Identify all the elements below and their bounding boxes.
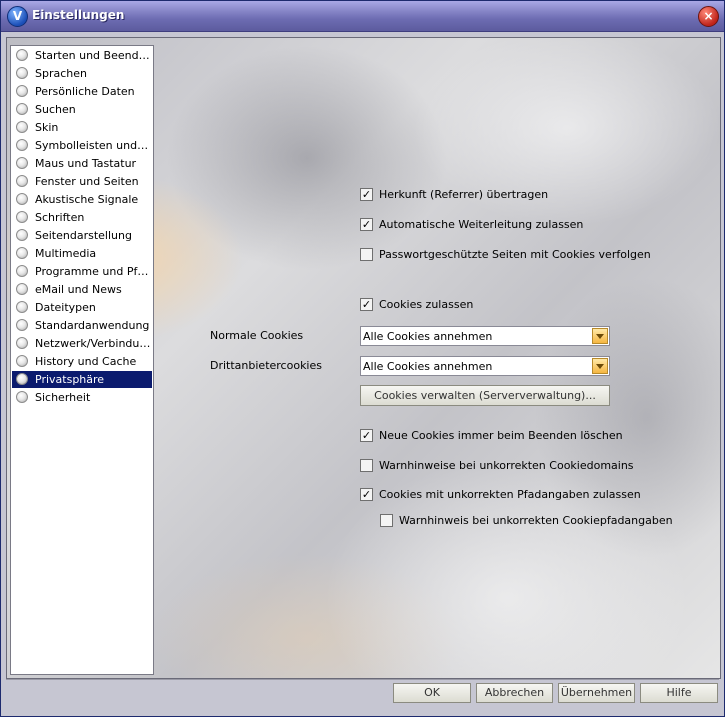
sidebar-item-label: Seitendarstellung (35, 229, 132, 242)
bullet-icon (16, 103, 28, 115)
bullet-icon (16, 355, 28, 367)
sidebar-item-fenster-seiten[interactable]: Fenster und Seiten (12, 173, 152, 190)
password-cookies-checkbox[interactable] (360, 248, 373, 261)
sidebar-item-akustische-signale[interactable]: Akustische Signale (12, 191, 152, 208)
bullet-icon (16, 301, 28, 313)
bullet-icon (16, 265, 28, 277)
normal-cookies-label: Normale Cookies (210, 329, 304, 342)
sidebar-item-netzwerk[interactable]: Netzwerk/Verbindungen (12, 335, 152, 352)
cookies-allow-checkbox[interactable]: ✓ (360, 298, 373, 311)
sidebar-item-email-news[interactable]: eMail und News (12, 281, 152, 298)
sidebar-item-standardanwendung[interactable]: Standardanwendung (12, 317, 152, 334)
sidebar-item-seitendarstellung[interactable]: Seitendarstellung (12, 227, 152, 244)
bullet-icon (16, 247, 28, 259)
sidebar-item-multimedia[interactable]: Multimedia (12, 245, 152, 262)
referrer-label: Herkunft (Referrer) übertragen (379, 188, 549, 201)
sidebar-item-programme-pfade[interactable]: Programme und Pfade (12, 263, 152, 280)
normal-cookies-select[interactable]: Alle Cookies annehmen (360, 326, 610, 346)
close-icon[interactable]: × (698, 6, 719, 27)
sidebar-item-skin[interactable]: Skin (12, 119, 152, 136)
bullet-icon (16, 319, 28, 331)
dropdown-arrow-icon[interactable] (592, 358, 608, 374)
sidebar-item-persoenliche-daten[interactable]: Persönliche Daten (12, 83, 152, 100)
bullet-icon (16, 175, 28, 187)
sidebar-item-label: Sicherheit (35, 391, 91, 404)
sidebar-item-label: Sprachen (35, 67, 87, 80)
warn-domains-checkbox[interactable] (360, 459, 373, 472)
help-button[interactable]: Hilfe (640, 683, 718, 703)
sidebar-item-sicherheit[interactable]: Sicherheit (12, 389, 152, 406)
bullet-icon (16, 211, 28, 223)
sidebar-item-schriften[interactable]: Schriften (12, 209, 152, 226)
sidebar-item-label: Programme und Pfade (35, 265, 151, 278)
sidebar-item-label: Persönliche Daten (35, 85, 135, 98)
manage-cookies-button[interactable]: Cookies verwalten (Serververwaltung)... (360, 385, 610, 406)
bullet-icon (16, 391, 28, 403)
bullet-icon (16, 121, 28, 133)
referrer-checkbox[interactable]: ✓ (360, 188, 373, 201)
sidebar-item-label: Multimedia (35, 247, 97, 260)
sidebar-item-label: Privatsphäre (35, 373, 105, 386)
sidebar-item-label: Standardanwendung (35, 319, 150, 332)
sidebar-item-label: Maus und Tastatur (35, 157, 137, 170)
sidebar-item-starten[interactable]: Starten und Beenden (12, 47, 152, 64)
sidebar-item-privatsphaere[interactable]: Privatsphäre (12, 371, 152, 388)
cookies-allow-label: Cookies zulassen (379, 298, 474, 311)
cancel-button[interactable]: Abbrechen (476, 683, 553, 703)
sidebar-item-label: eMail und News (35, 283, 122, 296)
warn-paths-checkbox[interactable] (380, 514, 393, 527)
sidebar-item-label: Netzwerk/Verbindungen (35, 337, 151, 350)
normal-cookies-value: Alle Cookies annehmen (363, 330, 493, 343)
bullet-icon (16, 85, 28, 97)
sidebar-item-symbolleisten[interactable]: Symbolleisten und Me... (12, 137, 152, 154)
sidebar-item-history-cache[interactable]: History und Cache (12, 353, 152, 370)
apply-button[interactable]: Übernehmen (558, 683, 635, 703)
warn-domains-label: Warnhinweise bei unkorrekten Cookiedomai… (379, 459, 634, 472)
sidebar-item-label: Starten und Beenden (35, 49, 151, 62)
allow-bad-paths-label: Cookies mit unkorrekten Pfadangaben zula… (379, 488, 641, 501)
dropdown-arrow-icon[interactable] (592, 328, 608, 344)
password-cookies-label: Passwortgeschützte Seiten mit Cookies ve… (379, 248, 651, 261)
sidebar-item-maus-tastatur[interactable]: Maus und Tastatur (12, 155, 152, 172)
sidebar-item-suchen[interactable]: Suchen (12, 101, 152, 118)
third-party-cookies-select[interactable]: Alle Cookies annehmen (360, 356, 610, 376)
bullet-icon (16, 49, 28, 61)
bullet-icon (16, 139, 28, 151)
sidebar-item-dateitypen[interactable]: Dateitypen (12, 299, 152, 316)
allow-bad-paths-checkbox[interactable]: ✓ (360, 488, 373, 501)
bullet-icon (16, 193, 28, 205)
footer-divider (6, 679, 719, 680)
third-party-cookies-label: Drittanbietercookies (210, 359, 322, 372)
redirect-label: Automatische Weiterleitung zulassen (379, 218, 584, 231)
bullet-icon (16, 373, 28, 385)
sidebar-item-label: History und Cache (35, 355, 137, 368)
delete-on-exit-checkbox[interactable]: ✓ (360, 429, 373, 442)
redirect-checkbox[interactable]: ✓ (360, 218, 373, 231)
sidebar-item-label: Fenster und Seiten (35, 175, 139, 188)
bullet-icon (16, 67, 28, 79)
settings-window: V Einstellungen × Starten und Beenden Sp… (0, 0, 725, 717)
sidebar-item-label: Akustische Signale (35, 193, 139, 206)
sidebar-item-label: Skin (35, 121, 59, 134)
third-party-cookies-value: Alle Cookies annehmen (363, 360, 493, 373)
bullet-icon (16, 337, 28, 349)
sidebar-item-label: Suchen (35, 103, 76, 116)
ok-button[interactable]: OK (393, 683, 471, 703)
bullet-icon (16, 157, 28, 169)
sidebar-item-sprachen[interactable]: Sprachen (12, 65, 152, 82)
warn-paths-label: Warnhinweis bei unkorrekten Cookiepfadan… (399, 514, 673, 527)
delete-on-exit-label: Neue Cookies immer beim Beenden löschen (379, 429, 623, 442)
title-bar[interactable]: V Einstellungen × (1, 1, 724, 32)
app-logo-icon[interactable]: V (7, 6, 28, 27)
window-title: Einstellungen (32, 8, 125, 22)
sidebar-item-label: Schriften (35, 211, 85, 224)
bullet-icon (16, 283, 28, 295)
settings-category-list[interactable]: Starten und Beenden Sprachen Persönliche… (10, 45, 154, 675)
sidebar-item-label: Dateitypen (35, 301, 96, 314)
bullet-icon (16, 229, 28, 241)
sidebar-item-label: Symbolleisten und Me... (35, 139, 151, 152)
